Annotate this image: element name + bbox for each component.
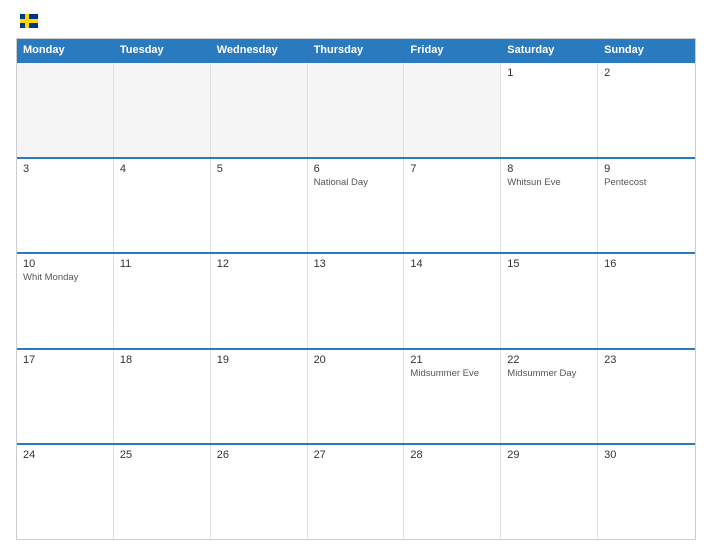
day-cell: 14 bbox=[404, 254, 501, 348]
holiday-label: Whitsun Eve bbox=[507, 177, 591, 189]
day-cell: 10 Whit Monday bbox=[17, 254, 114, 348]
day-cell: 28 bbox=[404, 445, 501, 539]
day-number: 14 bbox=[410, 258, 494, 270]
day-header-wednesday: Wednesday bbox=[211, 39, 308, 61]
calendar-grid: MondayTuesdayWednesdayThursdayFridaySatu… bbox=[16, 38, 696, 540]
day-cell: 21 Midsummer Eve bbox=[404, 350, 501, 444]
day-cell: 2 bbox=[598, 63, 695, 157]
holiday-label: National Day bbox=[314, 177, 398, 189]
day-cell: 19 bbox=[211, 350, 308, 444]
day-number: 12 bbox=[217, 258, 301, 270]
week-row-2: 3 4 5 6 National Day 7 8 Whitsun Eve 9 Pentecost bbox=[17, 157, 695, 253]
day-header-tuesday: Tuesday bbox=[114, 39, 211, 61]
day-cell: 5 bbox=[211, 159, 308, 253]
week-row-4: 17 18 19 20 21 Midsummer Eve 22 Midsummer Day 23 bbox=[17, 348, 695, 444]
day-header-sunday: Sunday bbox=[598, 39, 695, 61]
day-header-monday: Monday bbox=[17, 39, 114, 61]
day-number: 21 bbox=[410, 354, 494, 366]
day-cell: 29 bbox=[501, 445, 598, 539]
day-number: 6 bbox=[314, 163, 398, 175]
holiday-label: Whit Monday bbox=[23, 272, 107, 284]
day-number: 20 bbox=[314, 354, 398, 366]
holiday-label: Midsummer Day bbox=[507, 368, 591, 380]
day-cell: 20 bbox=[308, 350, 405, 444]
day-number: 8 bbox=[507, 163, 591, 175]
day-cell: 17 bbox=[17, 350, 114, 444]
header bbox=[16, 14, 696, 28]
day-header-thursday: Thursday bbox=[308, 39, 405, 61]
day-cell: 13 bbox=[308, 254, 405, 348]
day-cell: 18 bbox=[114, 350, 211, 444]
day-cell: 12 bbox=[211, 254, 308, 348]
day-number: 25 bbox=[120, 449, 204, 461]
day-cell bbox=[114, 63, 211, 157]
day-cell: 11 bbox=[114, 254, 211, 348]
logo bbox=[16, 14, 40, 28]
day-cell: 22 Midsummer Day bbox=[501, 350, 598, 444]
day-number: 10 bbox=[23, 258, 107, 270]
day-number: 19 bbox=[217, 354, 301, 366]
day-cell: 8 Whitsun Eve bbox=[501, 159, 598, 253]
day-headers-row: MondayTuesdayWednesdayThursdayFridaySatu… bbox=[17, 39, 695, 61]
day-number: 4 bbox=[120, 163, 204, 175]
day-cell: 15 bbox=[501, 254, 598, 348]
week-row-3: 10 Whit Monday 11 12 13 14 15 16 bbox=[17, 252, 695, 348]
day-cell bbox=[17, 63, 114, 157]
calendar-page: MondayTuesdayWednesdayThursdayFridaySatu… bbox=[0, 0, 712, 550]
day-cell: 9 Pentecost bbox=[598, 159, 695, 253]
day-number: 22 bbox=[507, 354, 591, 366]
day-number: 26 bbox=[217, 449, 301, 461]
day-cell: 16 bbox=[598, 254, 695, 348]
day-number: 11 bbox=[120, 258, 204, 270]
day-number: 23 bbox=[604, 354, 689, 366]
day-number: 29 bbox=[507, 449, 591, 461]
day-header-friday: Friday bbox=[404, 39, 501, 61]
holiday-label: Pentecost bbox=[604, 177, 689, 189]
week-row-1: 12 bbox=[17, 61, 695, 157]
day-number: 17 bbox=[23, 354, 107, 366]
day-number: 15 bbox=[507, 258, 591, 270]
day-cell: 25 bbox=[114, 445, 211, 539]
day-cell: 23 bbox=[598, 350, 695, 444]
day-number: 13 bbox=[314, 258, 398, 270]
day-number: 18 bbox=[120, 354, 204, 366]
day-number: 2 bbox=[604, 67, 689, 79]
day-cell: 4 bbox=[114, 159, 211, 253]
weeks-container: 123456National Day78Whitsun Eve9Pentecos… bbox=[17, 61, 695, 539]
day-cell: 27 bbox=[308, 445, 405, 539]
week-row-5: 24 25 26 27 28 29 30 bbox=[17, 443, 695, 539]
day-cell: 6 National Day bbox=[308, 159, 405, 253]
day-cell bbox=[308, 63, 405, 157]
day-cell: 7 bbox=[404, 159, 501, 253]
day-cell: 26 bbox=[211, 445, 308, 539]
day-number: 16 bbox=[604, 258, 689, 270]
day-number: 3 bbox=[23, 163, 107, 175]
day-number: 24 bbox=[23, 449, 107, 461]
day-number: 7 bbox=[410, 163, 494, 175]
day-number: 9 bbox=[604, 163, 689, 175]
day-header-saturday: Saturday bbox=[501, 39, 598, 61]
day-cell: 30 bbox=[598, 445, 695, 539]
day-cell bbox=[404, 63, 501, 157]
day-number: 27 bbox=[314, 449, 398, 461]
day-cell: 3 bbox=[17, 159, 114, 253]
day-number: 28 bbox=[410, 449, 494, 461]
holiday-label: Midsummer Eve bbox=[410, 368, 494, 380]
day-number: 5 bbox=[217, 163, 301, 175]
day-number: 1 bbox=[507, 67, 591, 79]
day-cell: 24 bbox=[17, 445, 114, 539]
day-cell: 1 bbox=[501, 63, 598, 157]
day-number: 30 bbox=[604, 449, 689, 461]
logo-flag-icon bbox=[20, 14, 38, 28]
day-cell bbox=[211, 63, 308, 157]
